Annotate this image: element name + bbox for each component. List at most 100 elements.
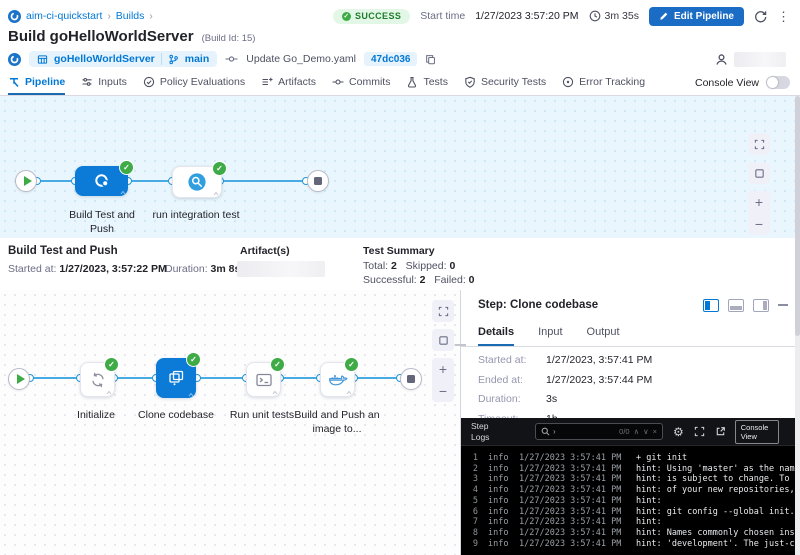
search-icon <box>541 427 550 436</box>
tab-security-tests[interactable]: Security Tests <box>464 70 546 95</box>
tab-input[interactable]: Input <box>538 320 562 346</box>
log-output: 1info1/27/2023 3:57:41 PM+ git init 2inf… <box>461 445 800 555</box>
zoom-out-button[interactable]: − <box>439 384 447 398</box>
tab-error-tracking[interactable]: Error Tracking <box>562 70 645 95</box>
search-result-count: 0/0 ∧ ∨ × <box>619 427 657 436</box>
open-external-icon[interactable] <box>715 426 726 437</box>
step-node-build-and-push[interactable]: ✓ <box>320 362 355 397</box>
step-node-clone-codebase[interactable]: ✓ <box>156 358 196 398</box>
user-area <box>715 52 786 67</box>
commit-sha-chip[interactable]: 47dc036 <box>364 52 417 66</box>
success-check-icon: ✓ <box>342 12 351 21</box>
search-prev-icon[interactable]: ∧ <box>634 427 640 436</box>
clock-icon <box>589 10 601 22</box>
panel-layout-controls <box>703 299 788 312</box>
success-check-icon: ✓ <box>119 160 134 175</box>
steps-start-node[interactable] <box>8 368 30 390</box>
terminal-icon <box>254 370 274 390</box>
step-panel-title: Step: Clone codebase <box>478 299 598 311</box>
tab-output[interactable]: Output <box>587 320 620 346</box>
edit-pipeline-button[interactable]: Edit Pipeline <box>649 7 744 26</box>
repo-name: goHelloWorldServer <box>54 53 155 65</box>
console-view-toggle[interactable] <box>766 76 790 89</box>
stage-node-label: run integration test <box>151 208 241 222</box>
log-line: 1info1/27/2023 3:57:41 PM+ git init <box>461 453 800 464</box>
log-search-input[interactable]: › 0/0 ∧ ∨ × <box>535 423 663 440</box>
expand-glyph-icon <box>106 390 112 395</box>
tab-artifacts[interactable]: Artifacts <box>261 70 316 95</box>
console-view-button[interactable]: Console View <box>735 420 779 444</box>
commit-message[interactable]: Update Go_Demo.yaml <box>246 53 356 65</box>
stage-graph-canvas: ✓ Build Test and Push ✓ run integration … <box>0 96 800 238</box>
minimize-panel-icon[interactable] <box>778 304 788 306</box>
build-page: aim-ci-quickstart › Builds › ✓ SUCCESS S… <box>0 0 800 555</box>
stage-node-run-integration-test[interactable]: ✓ <box>172 166 222 198</box>
log-fullscreen-icon[interactable] <box>694 426 705 437</box>
tab-pipeline[interactable]: Pipeline <box>8 70 65 95</box>
breadcrumb-project[interactable]: aim-ci-quickstart <box>26 10 102 22</box>
search-close-icon[interactable]: × <box>653 427 657 436</box>
more-options-icon[interactable]: ⋮ <box>777 10 790 23</box>
tab-tests[interactable]: Tests <box>406 70 448 95</box>
fit-view-button[interactable] <box>748 162 770 184</box>
search-next-icon[interactable]: ∨ <box>643 427 649 436</box>
tab-label: Pipeline <box>25 76 65 88</box>
zoom-in-button[interactable]: + <box>755 195 763 209</box>
test-summary-line1: Total: 2 Skipped: 0 <box>363 260 455 272</box>
edit-pipeline-label: Edit Pipeline <box>674 11 734 22</box>
refresh-icon[interactable] <box>754 10 767 23</box>
breadcrumb-builds[interactable]: Builds <box>116 10 145 22</box>
tab-inputs[interactable]: Inputs <box>81 70 127 95</box>
console-header: Step Logs › 0/0 ∧ ∨ × ⚙ Console View <box>461 418 800 446</box>
expand-glyph-icon <box>272 390 278 395</box>
steps-end-node[interactable] <box>400 368 422 390</box>
log-settings-gear-icon[interactable]: ⚙ <box>673 426 684 438</box>
pipeline-end-node[interactable] <box>307 170 329 192</box>
policy-check-icon <box>143 76 155 88</box>
status-text: SUCCESS <box>355 11 401 21</box>
expand-glyph-icon <box>120 190 126 195</box>
fullscreen-button[interactable] <box>432 300 454 322</box>
repo-branch-chip[interactable]: goHelloWorldServer main <box>29 51 217 67</box>
success-check-icon: ✓ <box>212 161 227 176</box>
step-node-label: Initialize <box>61 408 131 422</box>
scrollbar-thumb[interactable] <box>795 96 800 336</box>
field-row: Ended at:1/27/2023, 3:57:44 PM <box>478 374 652 386</box>
target-icon <box>562 76 574 88</box>
tab-commits[interactable]: Commits <box>332 70 390 95</box>
panel-resize-handle[interactable] <box>455 344 466 346</box>
shield-icon <box>464 76 476 88</box>
header-row: aim-ci-quickstart › Builds › ✓ SUCCESS S… <box>8 6 790 26</box>
page-title: Build goHelloWorldServer <box>8 28 194 45</box>
stage-node-build-test-and-push[interactable]: ✓ <box>75 166 128 196</box>
layout-right-split-icon[interactable] <box>753 299 769 312</box>
layout-right-drawer-icon[interactable] <box>703 299 719 312</box>
step-node-label: Clone codebase <box>131 408 221 422</box>
tab-details[interactable]: Details <box>478 320 514 346</box>
tests-flask-icon <box>406 76 418 88</box>
zoom-in-button[interactable]: + <box>439 362 447 376</box>
docker-icon <box>327 369 349 391</box>
layout-bottom-drawer-icon[interactable] <box>728 299 744 312</box>
step-node-initialize[interactable]: ✓ <box>80 362 115 397</box>
header-actions: ✓ SUCCESS Start time 1/27/2023 3:57:20 P… <box>333 7 790 26</box>
zoom-out-button[interactable]: − <box>755 217 763 231</box>
fit-view-button[interactable] <box>432 329 454 351</box>
start-time-value: 1/27/2023 3:57:20 PM <box>475 10 578 22</box>
stage-details-bar: Build Test and Push Started at: 1/27/202… <box>0 238 800 291</box>
play-icon <box>17 374 25 384</box>
tab-policy-evaluations[interactable]: Policy Evaluations <box>143 70 245 95</box>
page-scrollbar[interactable] <box>795 96 800 555</box>
step-node-run-unit-tests[interactable]: ✓ <box>246 362 281 397</box>
log-line: 2info1/27/2023 3:57:41 PMhint: Using 'ma… <box>461 464 800 475</box>
pipeline-icon <box>8 76 20 88</box>
pipeline-start-node[interactable] <box>15 170 37 192</box>
success-check-icon: ✓ <box>186 352 201 367</box>
stage-started-at: Started at: 1/27/2023, 3:57:22 PM <box>8 263 167 275</box>
success-check-icon: ✓ <box>270 357 285 372</box>
field-row: Duration:3s <box>478 393 652 405</box>
elapsed-value: 3m 35s <box>605 10 639 22</box>
copy-icon[interactable] <box>425 54 436 65</box>
fullscreen-button[interactable] <box>748 133 770 155</box>
console-view-label: Console View <box>695 77 759 89</box>
